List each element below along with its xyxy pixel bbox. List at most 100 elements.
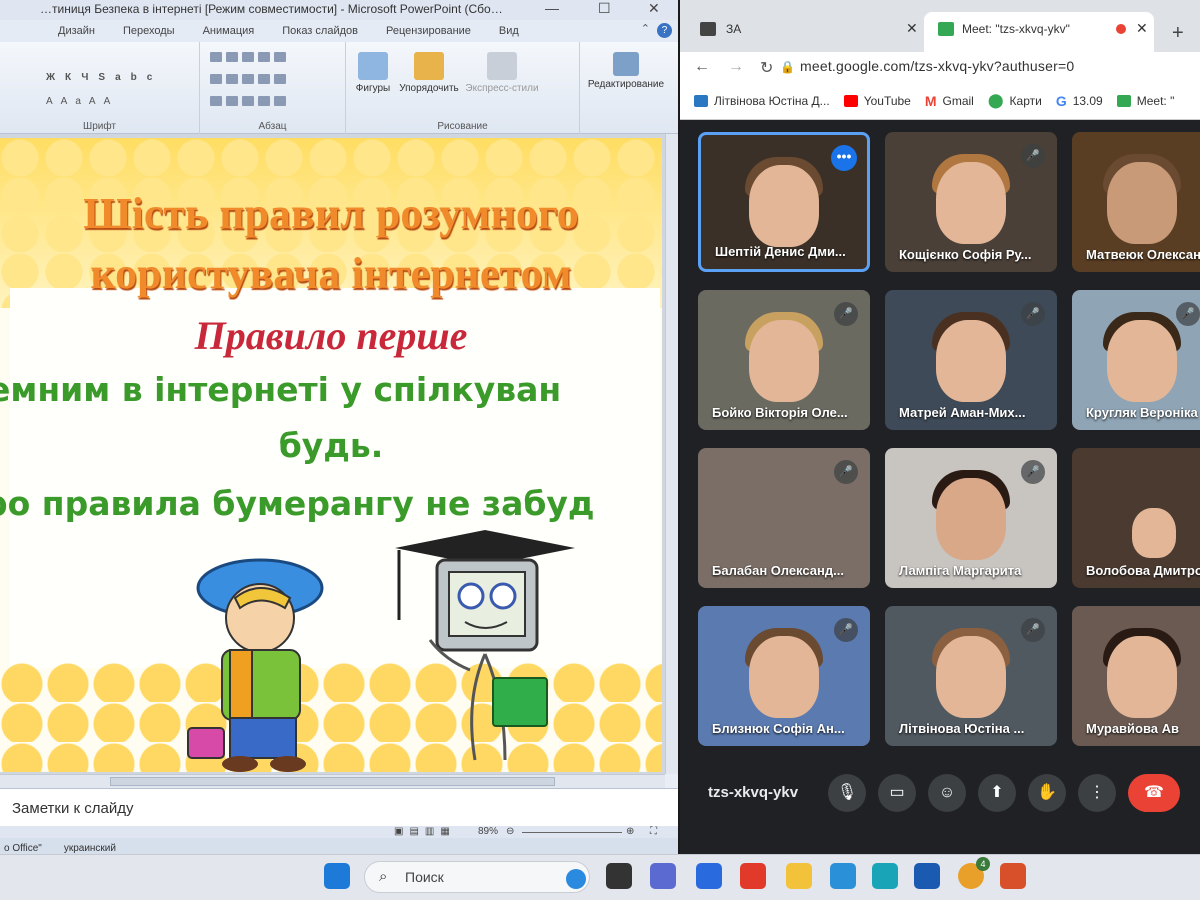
meet-participant-grid: ••• Шептій Денис Дми... 🎤 Кощієнко Софія…: [680, 120, 1200, 770]
participant-name: Шептій Денис Дми...: [715, 244, 846, 259]
participant-video: [1132, 508, 1176, 558]
editing-button[interactable]: Редактирование: [580, 52, 672, 90]
more-options-icon[interactable]: ⋮: [1078, 774, 1116, 812]
participant-video: [1107, 162, 1177, 244]
security-app-icon[interactable]: [740, 863, 766, 889]
store-icon[interactable]: [914, 863, 940, 889]
zoom-out-icon[interactable]: ⊖: [506, 826, 514, 837]
participant-tile[interactable]: 🎤 Балабан Олександ...: [698, 448, 870, 588]
lock-icon[interactable]: 🔒: [780, 60, 795, 74]
reload-icon[interactable]: ↻: [760, 58, 773, 78]
shapes-button[interactable]: Фигуры: [350, 52, 396, 94]
tab-animation[interactable]: Анимация: [203, 25, 255, 37]
fit-window-icon[interactable]: ⛶: [650, 826, 657, 837]
new-tab-icon[interactable]: +: [1172, 22, 1184, 45]
participant-tile[interactable]: 🎤 Кругляк Вероніка: [1072, 290, 1200, 430]
participant-tile[interactable]: 🎤 Кощієнко Софія Ру...: [885, 132, 1057, 272]
arrange-button[interactable]: Упорядочить: [396, 52, 462, 94]
minimize-icon[interactable]: —: [545, 0, 559, 16]
file-explorer-icon[interactable]: [786, 863, 812, 889]
forward-icon[interactable]: →: [728, 58, 744, 76]
tab-design[interactable]: Дизайн: [58, 25, 95, 37]
maximize-icon[interactable]: ☐: [598, 0, 611, 17]
participant-video: [936, 162, 1006, 244]
chrome-window: ЗА ✕ Meet: "tzs-xkvq-ykv" ✕ + ← → ↻ 🔒 me…: [680, 0, 1200, 858]
close-icon[interactable]: ✕: [648, 0, 660, 17]
camera-icon[interactable]: ▭: [878, 774, 916, 812]
participant-tile[interactable]: 🎤 Матрей Аман-Мих...: [885, 290, 1057, 430]
task-view-icon[interactable]: [606, 863, 632, 889]
tab-review[interactable]: Рецензирование: [386, 25, 471, 37]
bookmark-youtube[interactable]: YouTube: [843, 94, 911, 108]
taskbar-search-box[interactable]: ⌕ Поиск: [364, 861, 590, 893]
participant-video: [749, 320, 819, 402]
participant-tile[interactable]: Муравйова Ав: [1072, 606, 1200, 746]
microphone-icon[interactable]: 🎙: [828, 774, 866, 812]
tab-meet[interactable]: Meet: "tzs-xkvq-ykv" ✕: [924, 12, 1154, 52]
participant-name: Літвінова Юстіна ...: [899, 721, 1025, 736]
tab-view[interactable]: Вид: [499, 25, 519, 37]
media-player-icon[interactable]: [830, 863, 856, 889]
zoom-slider[interactable]: [522, 832, 622, 833]
ribbon-minimize-icon[interactable]: ⌃: [641, 22, 650, 35]
powerpoint-icon[interactable]: [1000, 863, 1026, 889]
quick-styles-button[interactable]: Экспресс-стили: [464, 52, 540, 94]
more-options-icon[interactable]: •••: [831, 145, 857, 171]
scrollbar-thumb[interactable]: [110, 777, 555, 786]
raise-hand-icon[interactable]: ✋: [1028, 774, 1066, 812]
reactions-icon[interactable]: ☺: [928, 774, 966, 812]
font-format-buttons[interactable]: ЖКЧSabc: [46, 72, 186, 83]
participant-tile[interactable]: 🎤 Лампіга Маргарита: [885, 448, 1057, 588]
bookmark-meet[interactable]: Meet: ": [1116, 94, 1174, 108]
status-language[interactable]: украинский: [64, 843, 116, 854]
mic-off-icon: 🎤: [1176, 302, 1200, 326]
url-field[interactable]: meet.google.com/tzs-xkvq-ykv?authuser=0: [800, 58, 1074, 74]
bookmark-gmail[interactable]: M Gmail: [925, 93, 974, 109]
indent-buttons[interactable]: [210, 74, 290, 87]
bookmark-maps[interactable]: ⬤ Карти: [988, 92, 1042, 109]
participant-tile[interactable]: Матвеюк Олексан: [1072, 132, 1200, 272]
bookmark-litvinova[interactable]: Літвінова Юстіна Д...: [694, 94, 830, 108]
participant-tile[interactable]: 🎤 Близнюк Софія Ан...: [698, 606, 870, 746]
participant-video: [936, 478, 1006, 560]
bookmark-icon: [694, 94, 708, 107]
participant-tile[interactable]: Волобова Дмитро: [1072, 448, 1200, 588]
edge-icon[interactable]: [872, 863, 898, 889]
close-tab-icon[interactable]: ✕: [1136, 20, 1148, 37]
teams-chat-icon[interactable]: [650, 863, 676, 889]
close-tab-icon[interactable]: ✕: [906, 20, 918, 37]
end-call-icon[interactable]: ☎: [1128, 774, 1180, 812]
bing-icon[interactable]: [566, 869, 586, 889]
start-icon[interactable]: [324, 863, 350, 889]
participant-tile[interactable]: ••• Шептій Денис Дми...: [698, 132, 870, 272]
view-buttons[interactable]: ▣▤▥▦: [394, 826, 456, 837]
slide-horizontal-scrollbar[interactable]: [0, 774, 665, 788]
font-group-label: Шрифт: [83, 121, 116, 132]
bookmark-label: Літвінова Юстіна Д...: [714, 93, 830, 108]
list-buttons[interactable]: [210, 52, 290, 65]
window-title: …тиниця Безпека в інтернеті [Режим совме…: [40, 2, 503, 16]
slide-canvas[interactable]: Шість правил розумного користувача інтер…: [0, 138, 662, 772]
app-icon[interactable]: [696, 863, 722, 889]
tab-transitions[interactable]: Переходы: [123, 25, 175, 37]
quick-styles-icon: [487, 52, 517, 80]
participant-tile[interactable]: 🎤 Бойко Вікторія Оле...: [698, 290, 870, 430]
back-icon[interactable]: ←: [694, 58, 710, 76]
notes-field[interactable]: Заметки к слайду: [0, 788, 678, 826]
participant-tile[interactable]: 🎤 Літвінова Юстіна ...: [885, 606, 1057, 746]
help-icon[interactable]: ?: [657, 23, 672, 38]
participant-name: Балабан Олександ...: [712, 563, 844, 578]
meet-icon: [1116, 94, 1131, 107]
bookmark-1309[interactable]: G 13.09: [1056, 93, 1103, 109]
present-screen-icon[interactable]: ⬆: [978, 774, 1016, 812]
align-buttons[interactable]: [210, 96, 290, 109]
tab-slideshow[interactable]: Показ слайдов: [282, 25, 358, 37]
zoom-in-icon[interactable]: ⊕: [626, 826, 634, 837]
chrome-icon[interactable]: 4: [958, 857, 990, 889]
slide-vertical-scrollbar[interactable]: [665, 134, 678, 774]
zoom-level[interactable]: 89%: [478, 826, 498, 837]
font-size-buttons[interactable]: AAaAA: [46, 96, 186, 107]
participant-name: Кощієнко Софія Ру...: [899, 247, 1032, 262]
tab-za[interactable]: ЗА ✕: [680, 12, 920, 52]
windows-taskbar: ⌕ Поиск 4: [0, 854, 1200, 900]
